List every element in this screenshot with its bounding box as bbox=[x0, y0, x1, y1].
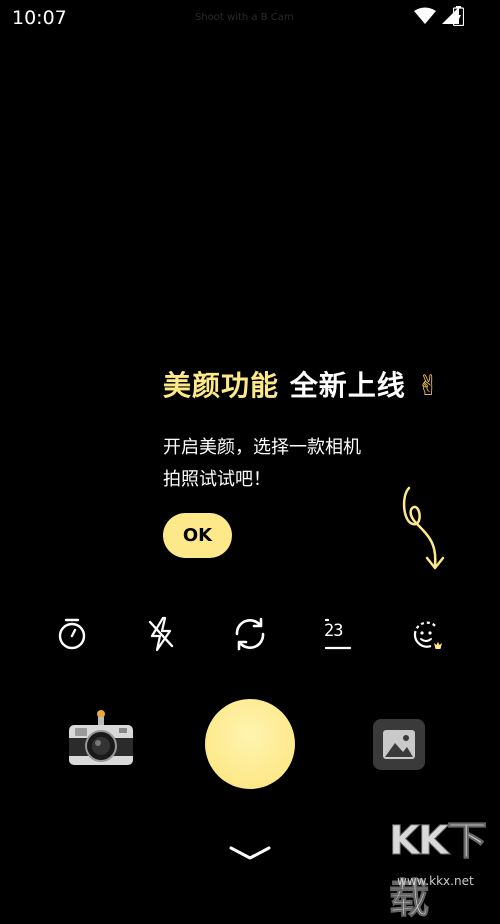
victory-hand-icon: ✌ bbox=[416, 369, 441, 402]
gallery-icon bbox=[383, 730, 415, 759]
timer-icon bbox=[58, 618, 86, 650]
gallery-button[interactable] bbox=[373, 719, 425, 770]
flash-off-icon bbox=[148, 616, 174, 652]
promo-body-line-2: 拍照试试吧！ bbox=[163, 469, 271, 490]
counter-label: 23 bbox=[324, 621, 344, 641]
timer-button[interactable] bbox=[50, 612, 94, 656]
promo-title-highlight: 美颜功能 bbox=[163, 369, 280, 402]
vintage-camera-icon[interactable] bbox=[67, 708, 135, 768]
promo-title: 美颜功能 全新上线 ✌ bbox=[163, 364, 441, 404]
status-center-text: Shoot with a B Cam bbox=[195, 12, 294, 23]
shutter-button[interactable] bbox=[205, 699, 295, 789]
wifi-icon bbox=[414, 7, 436, 24]
promo-body: 开启美颜，选择一款相机 拍照试试吧！ bbox=[163, 432, 423, 496]
status-time: 10:07 bbox=[12, 7, 67, 29]
status-bar: 10:07 Shoot with a B Cam bbox=[0, 0, 500, 36]
watermark: KK下载 www.kkx.net bbox=[383, 808, 500, 923]
switch-camera-button[interactable] bbox=[228, 612, 272, 656]
switch-camera-icon bbox=[235, 617, 265, 651]
battery-icon bbox=[453, 6, 464, 26]
ok-button[interactable]: OK bbox=[163, 513, 232, 558]
watermark-logo: KK下载 bbox=[389, 818, 488, 923]
counter-button[interactable]: 23 bbox=[316, 612, 360, 656]
flash-button[interactable] bbox=[139, 612, 183, 656]
chevron-down-icon[interactable] bbox=[228, 843, 272, 865]
beauty-button[interactable] bbox=[405, 612, 449, 656]
camera-toolbar: 23 bbox=[0, 612, 500, 656]
beauty-icon bbox=[413, 621, 442, 649]
arrow-doodle-icon bbox=[402, 486, 445, 570]
promo-body-line-1: 开启美颜，选择一款相机 bbox=[163, 437, 361, 458]
promo-title-rest: 全新上线 bbox=[289, 369, 406, 402]
watermark-url: www.kkx.net bbox=[397, 874, 474, 888]
